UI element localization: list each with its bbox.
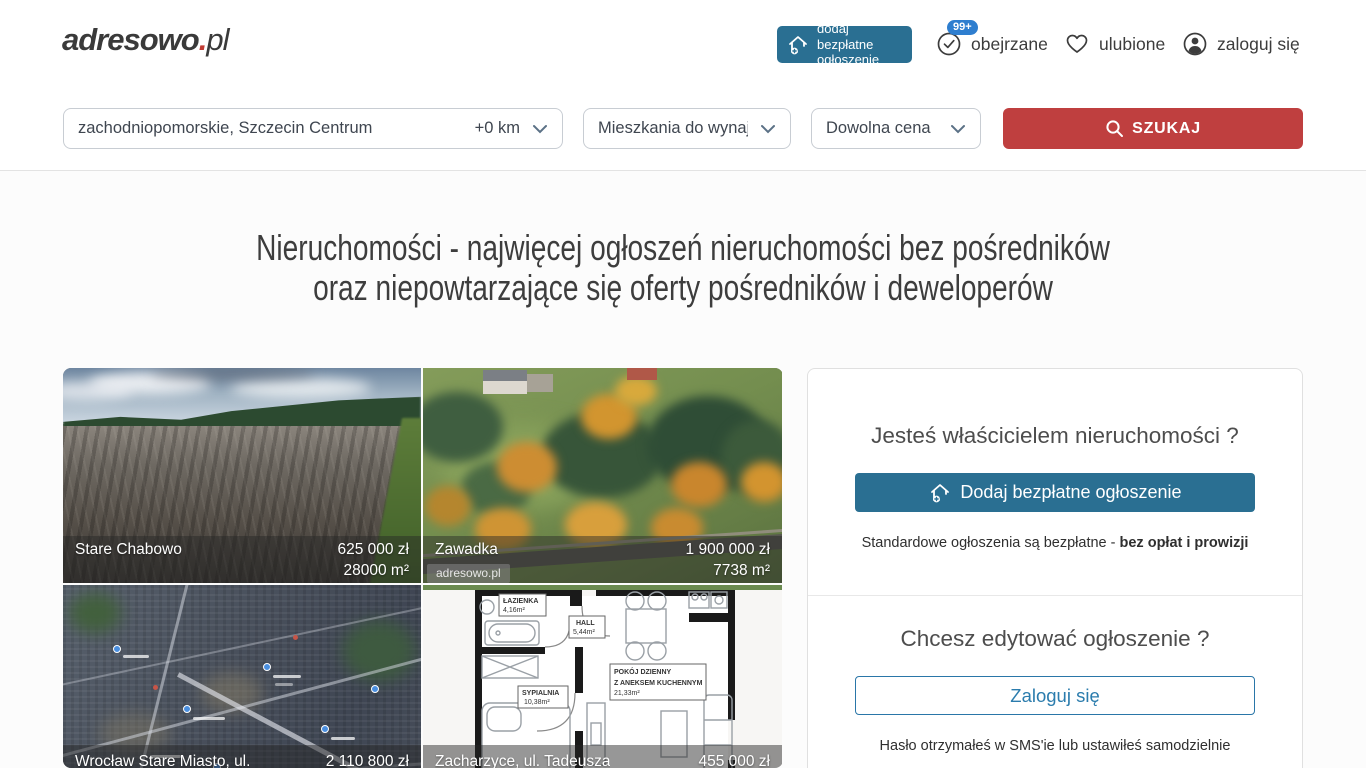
floor-plan-image: ŁAZIENKA 4,16m² HALL 5,44m² POKÓJ DZIENN… [423, 585, 782, 768]
add-listing-sidebar-button[interactable]: Dodaj bezpłatne ogłoszenie [855, 473, 1255, 512]
map-label-mark [273, 675, 301, 678]
aerial-driveway [527, 374, 553, 392]
map-pin [183, 705, 191, 713]
listing-tile-wroclaw[interactable]: Wrocław Stare Miasto, ul. 2 110 800 zł [63, 585, 421, 768]
svg-text:21,33m²: 21,33m² [614, 690, 640, 697]
map-pin [371, 685, 379, 693]
edit-section-title: Chcesz edytować ogłoszenie ? [808, 596, 1302, 652]
owner-section-note: Standardowe ogłoszenia są bezpłatne - be… [808, 535, 1302, 551]
check-circle-icon: 99+ [936, 31, 962, 57]
login-nav-item[interactable]: zaloguj się [1182, 30, 1300, 58]
add-listing-header-label: dodaj bezpłatne ogłoszenie [817, 21, 903, 68]
chevron-down-icon [760, 124, 776, 134]
listing-price: 455 000 zł [698, 751, 770, 768]
listing-name: Zawadka [435, 539, 498, 560]
search-icon [1105, 119, 1124, 138]
favorites-label: ulubione [1099, 34, 1165, 55]
chevron-down-icon [950, 124, 966, 134]
svg-text:HALL: HALL [576, 620, 595, 627]
property-type-select[interactable]: Mieszkania do wynajęc [583, 108, 791, 149]
svg-text:10,38m²: 10,38m² [524, 699, 550, 706]
viewed-nav-item[interactable]: 99+ obejrzane [936, 30, 1048, 58]
svg-text:Z ANEKSEM KUCHENNYM: Z ANEKSEM KUCHENNYM [614, 680, 703, 687]
owner-section-title: Jesteś właścicielem nieruchomości ? [808, 369, 1302, 449]
map-label-mark [275, 683, 293, 686]
aerial-house-2 [627, 368, 657, 380]
viewed-count-badge: 99+ [947, 20, 978, 35]
property-type-value: Mieszkania do wynajęc [598, 119, 748, 138]
map-pin [113, 645, 121, 653]
location-value: zachodniopomorskie, Szczecin Centrum [78, 119, 372, 138]
house-plus-icon [928, 481, 952, 505]
price-select[interactable]: Dowolna cena [811, 108, 981, 149]
listing-overlay: Stare Chabowo 625 000 zł 28000 m² [63, 536, 421, 583]
logo-text: adresowo [62, 22, 199, 57]
listing-area: 28000 m² [75, 560, 409, 581]
site-logo[interactable]: adresowo.pl [62, 22, 228, 58]
login-label: zaloguj się [1217, 34, 1300, 55]
house-plus-icon [786, 33, 810, 57]
page-title: Nieruchomości - najwięcej ogłoszeń nieru… [0, 228, 1366, 308]
listing-price: 2 110 800 zł [326, 751, 409, 768]
map-label-mark [123, 655, 149, 658]
sidebar-card: Jesteś właścicielem nieruchomości ? Doda… [807, 368, 1303, 768]
svg-text:4,16m²: 4,16m² [503, 607, 525, 614]
chevron-down-icon [532, 124, 548, 134]
map-label-mark [331, 737, 355, 740]
add-listing-header-button[interactable]: dodaj bezpłatne ogłoszenie [777, 26, 912, 63]
edit-section-note: Hasło otrzymałeś w SMS'ie lub ustawiłeś … [808, 738, 1302, 754]
map-pin [321, 725, 329, 733]
login-sidebar-button[interactable]: Zaloguj się [855, 676, 1255, 715]
listing-price: 625 000 zł [337, 539, 409, 560]
favorites-nav-item[interactable]: ulubione [1064, 30, 1165, 58]
search-button-label: SZUKAJ [1132, 120, 1201, 138]
aerial-house-roof [483, 370, 527, 381]
search-button[interactable]: SZUKAJ [1003, 108, 1303, 149]
svg-text:ŁAZIENKA: ŁAZIENKA [503, 598, 538, 605]
listing-overlay: Zacharzyce, ul. Tadeusza 455 000 zł [423, 745, 782, 768]
user-icon [1182, 31, 1208, 57]
radius-value: +0 km [475, 119, 532, 138]
listing-overlay: Wrocław Stare Miasto, ul. 2 110 800 zł [63, 745, 421, 768]
map-marker-red [153, 685, 158, 690]
photo-watermark: adresowo.pl [427, 564, 510, 583]
listing-name: Zacharzyce, ul. Tadeusza [435, 751, 610, 768]
featured-listings-grid: Stare Chabowo 625 000 zł 28000 m² [63, 368, 783, 768]
location-input[interactable]: zachodniopomorskie, Szczecin Centrum +0 … [63, 108, 563, 149]
listing-tile-zacharzyce[interactable]: ŁAZIENKA 4,16m² HALL 5,44m² POKÓJ DZIENN… [423, 585, 782, 768]
listing-name: Wrocław Stare Miasto, ul. [75, 751, 250, 768]
page: adresowo.pl dodaj bezpłatne ogłoszenie 9… [0, 0, 1366, 768]
map-pin [263, 663, 271, 671]
logo-tld: pl [206, 22, 228, 57]
listing-tile-stare-chabowo[interactable]: Stare Chabowo 625 000 zł 28000 m² [63, 368, 421, 583]
listing-price: 1 900 000 zł [686, 539, 770, 560]
page-title-line2: oraz niepowtarzające się oferty pośredni… [150, 268, 1215, 308]
svg-text:POKÓJ DZIENNY: POKÓJ DZIENNY [614, 667, 672, 676]
price-value: Dowolna cena [826, 119, 931, 138]
page-title-line1: Nieruchomości - najwięcej ogłoszeń nieru… [150, 228, 1215, 268]
map-label-mark [193, 717, 225, 720]
map-marker-red [293, 635, 298, 640]
viewed-label: obejrzane [971, 34, 1048, 55]
listing-name: Stare Chabowo [75, 539, 182, 560]
heart-icon [1064, 31, 1090, 57]
svg-text:SYPIALNIA: SYPIALNIA [522, 690, 559, 697]
listing-tile-zawadka[interactable]: adresowo.pl Zawadka 1 900 000 zł 7738 m² [423, 368, 782, 583]
svg-text:5,44m²: 5,44m² [573, 629, 595, 636]
add-listing-sidebar-label: Dodaj bezpłatne ogłoszenie [960, 482, 1181, 503]
